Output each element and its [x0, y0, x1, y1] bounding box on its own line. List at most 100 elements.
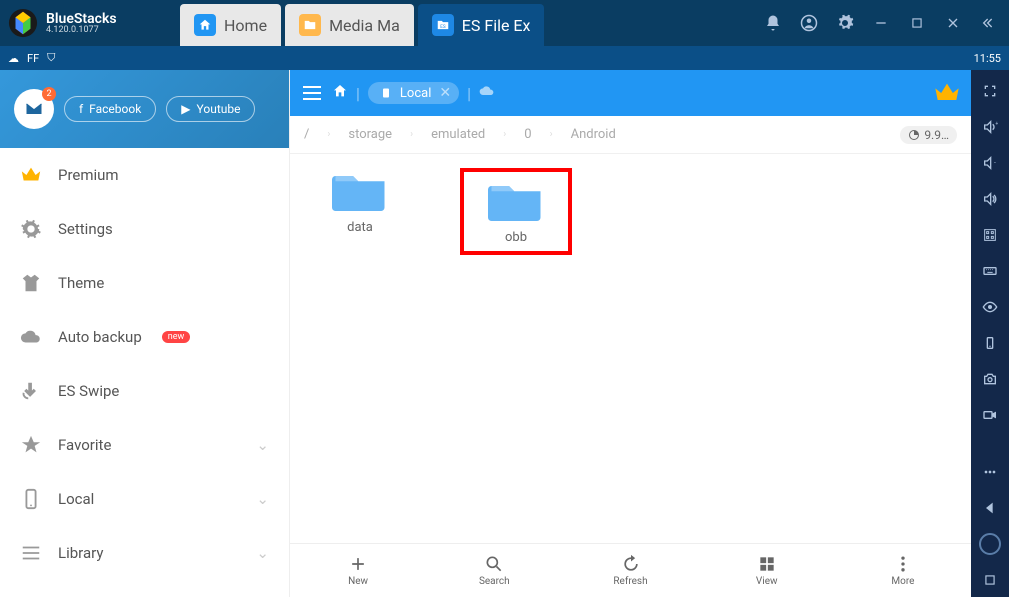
close-icon[interactable]: [937, 7, 969, 39]
sidebar-item-favorite[interactable]: Favorite ⌄: [0, 418, 289, 472]
bottom-refresh[interactable]: Refresh: [562, 544, 698, 597]
sidebar-item-label: Theme: [58, 274, 104, 292]
sidebar-item-label: Local: [58, 490, 94, 508]
bottom-new[interactable]: New: [290, 544, 426, 597]
breadcrumb-item[interactable]: storage: [348, 127, 392, 142]
chevron-down-icon: ⌄: [256, 436, 269, 454]
ff-indicator: FF: [27, 52, 39, 65]
home-icon[interactable]: [332, 83, 348, 103]
breadcrumb-item[interactable]: 0: [524, 127, 531, 142]
local-chip[interactable]: Local ✕: [368, 82, 459, 104]
svg-text:-: -: [994, 158, 996, 166]
svg-text:ES: ES: [440, 24, 446, 30]
window-controls: [749, 0, 1009, 46]
crown-icon: [20, 164, 42, 186]
gear-icon: [20, 218, 42, 240]
minimize-icon[interactable]: [865, 7, 897, 39]
keyboard-icon[interactable]: [973, 254, 1007, 288]
back-icon[interactable]: [973, 491, 1007, 525]
chevron-right-icon: ›: [327, 129, 330, 140]
bottom-bar: New Search Refresh View More: [290, 543, 971, 597]
eye-icon[interactable]: [973, 290, 1007, 324]
folder-data[interactable]: data: [310, 168, 410, 235]
fullscreen-icon[interactable]: [973, 74, 1007, 108]
swipe-icon: [20, 380, 42, 402]
breadcrumb-item[interactable]: Android: [571, 127, 616, 142]
keymap-icon[interactable]: [973, 218, 1007, 252]
svg-text:+: +: [995, 121, 998, 127]
content: | Local ✕ | / › storage › emulated › 0 ›…: [290, 70, 971, 597]
tab-media[interactable]: Media Ma: [285, 4, 414, 46]
recents-icon[interactable]: [973, 563, 1007, 597]
video-icon[interactable]: [973, 398, 1007, 432]
main: 2 f Facebook ▶ Youtube Premium Settings: [0, 70, 1009, 597]
volume-down-icon[interactable]: -: [973, 146, 1007, 180]
sidebar-item-label: ES Swipe: [58, 382, 119, 400]
premium-crown-icon[interactable]: [933, 79, 961, 107]
bell-icon[interactable]: [757, 7, 789, 39]
folder-obb[interactable]: obb: [460, 168, 572, 255]
chip-close-icon[interactable]: ✕: [439, 85, 451, 101]
bottom-search[interactable]: Search: [426, 544, 562, 597]
sidebar-item-label: Library: [58, 544, 103, 562]
disk-usage-badge[interactable]: 9.9…: [900, 126, 957, 144]
pie-icon: [908, 129, 920, 141]
more-dots-icon[interactable]: [973, 455, 1007, 489]
folder-icon: [332, 168, 388, 212]
folder-grid: data obb: [290, 154, 971, 543]
hamburger-icon[interactable]: [300, 81, 324, 105]
bluestacks-logo-icon: [8, 8, 38, 38]
home-nav-icon[interactable]: [979, 533, 1001, 555]
sidebar-item-settings[interactable]: Settings: [0, 202, 289, 256]
breadcrumb-item[interactable]: /: [304, 127, 309, 142]
es-tab-icon: ES: [432, 14, 454, 36]
bottom-view[interactable]: View: [699, 544, 835, 597]
tab-label: Home: [224, 16, 267, 35]
device-icon[interactable]: [973, 326, 1007, 360]
youtube-icon: ▶: [181, 102, 190, 116]
library-icon: [20, 542, 42, 564]
tab-esfile[interactable]: ES ES File Ex: [418, 4, 545, 46]
tabs: Home Media Ma ES ES File Ex: [180, 0, 749, 46]
gear-icon[interactable]: [829, 7, 861, 39]
volume-icon[interactable]: [973, 182, 1007, 216]
sidebar-item-theme[interactable]: Theme: [0, 256, 289, 310]
sidebar-item-library[interactable]: Library ⌄: [0, 526, 289, 580]
youtube-button[interactable]: ▶ Youtube: [166, 96, 255, 122]
clock: 11:55: [974, 52, 1001, 65]
cloud-status-icon: ☁: [8, 52, 19, 65]
chevron-right-icon: ›: [503, 129, 506, 140]
maximize-icon[interactable]: [901, 7, 933, 39]
plus-icon: [348, 554, 368, 574]
breadcrumb: / › storage › emulated › 0 › Android 9.9…: [290, 116, 971, 154]
sidebar: 2 f Facebook ▶ Youtube Premium Settings: [0, 70, 290, 597]
logo-area: BlueStacks 4.120.0.1077: [0, 8, 180, 38]
sidebar-item-premium[interactable]: Premium: [0, 148, 289, 202]
camera-icon[interactable]: [973, 362, 1007, 396]
user-icon[interactable]: [793, 7, 825, 39]
collapse-rail-icon[interactable]: [973, 0, 1001, 46]
folder-icon: [488, 178, 544, 222]
sidebar-item-label: Favorite: [58, 436, 111, 454]
mail-button[interactable]: 2: [14, 89, 54, 129]
chevron-right-icon: ›: [550, 129, 553, 140]
chevron-right-icon: ›: [410, 129, 413, 140]
sidebar-item-autobackup[interactable]: Auto backup new: [0, 310, 289, 364]
sidebar-item-esswipe[interactable]: ES Swipe: [0, 364, 289, 418]
sidebar-header: 2 f Facebook ▶ Youtube: [0, 70, 289, 148]
folder-label: data: [347, 220, 373, 235]
facebook-button[interactable]: f Facebook: [64, 96, 156, 122]
cloud-icon: [20, 326, 42, 348]
android-statusbar: ☁ FF ⛉ 11:55: [0, 46, 1009, 70]
bottom-more[interactable]: More: [835, 544, 971, 597]
volume-up-icon[interactable]: +: [973, 110, 1007, 144]
cloud-icon[interactable]: [479, 83, 495, 103]
tab-label: Media Ma: [329, 16, 400, 35]
divider: |: [356, 84, 360, 103]
sidebar-list: Premium Settings Theme Auto backup new E…: [0, 148, 289, 597]
breadcrumb-item[interactable]: emulated: [431, 127, 485, 142]
app-name: BlueStacks: [46, 12, 117, 26]
sidebar-item-local[interactable]: Local ⌄: [0, 472, 289, 526]
home-tab-icon: [194, 14, 216, 36]
tab-home[interactable]: Home: [180, 4, 281, 46]
